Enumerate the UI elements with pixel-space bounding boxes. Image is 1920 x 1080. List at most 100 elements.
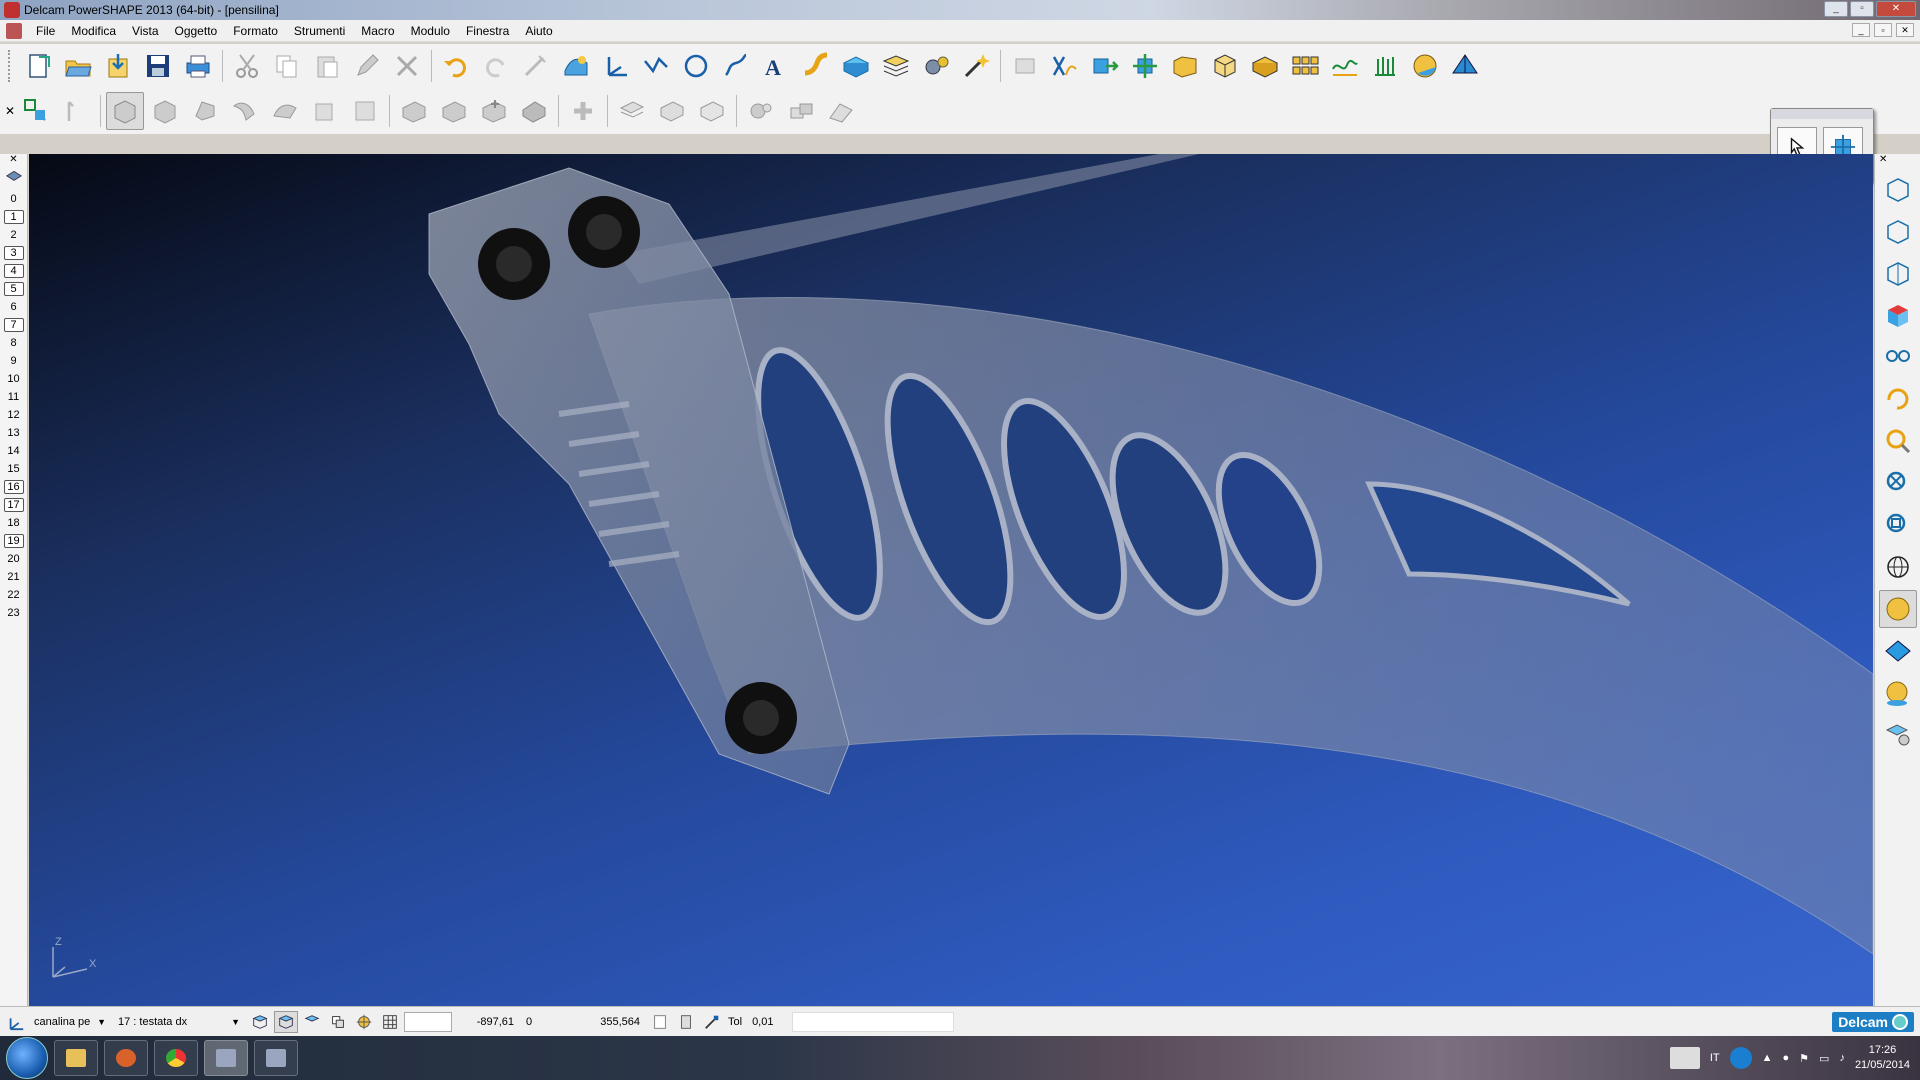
level-item[interactable]: 7 (0, 316, 27, 334)
selection-icon[interactable] (17, 92, 55, 130)
clock[interactable]: 17:26 21/05/2014 (1855, 1043, 1910, 1073)
solid-layer-icon[interactable] (564, 92, 602, 130)
level-item[interactable]: 15 (0, 460, 27, 478)
workplane-status-icon[interactable] (4, 1011, 28, 1033)
solid-icon[interactable] (1166, 47, 1204, 85)
tools-icon[interactable] (917, 47, 955, 85)
curve-icon[interactable] (717, 47, 755, 85)
flag-icon[interactable]: ⚑ (1799, 1052, 1809, 1065)
delete-icon[interactable] (388, 47, 426, 85)
line-icon[interactable] (637, 47, 675, 85)
layer-filter-icon[interactable] (326, 1011, 350, 1033)
view-iso2-icon[interactable] (1879, 212, 1917, 250)
menu-vista[interactable]: Vista (124, 24, 166, 38)
show-hidden-icons[interactable]: ▲ (1762, 1052, 1773, 1064)
solid-assembly-icon[interactable] (742, 92, 780, 130)
sphere-icon[interactable] (1406, 47, 1444, 85)
level-item[interactable]: 16 (0, 478, 27, 496)
selection-filter-icon[interactable] (274, 1010, 298, 1033)
level-item[interactable]: 3 (0, 244, 27, 262)
calculator-icon[interactable] (674, 1011, 698, 1033)
graphics-viewport[interactable]: Z X (29, 154, 1873, 1006)
doc-close-button[interactable]: ✕ (1896, 23, 1914, 37)
solid-feature-icon[interactable] (515, 92, 553, 130)
feature-icon[interactable] (1246, 47, 1284, 85)
level-item[interactable]: 9 (0, 352, 27, 370)
taskbar-chrome-button[interactable] (154, 1040, 198, 1076)
solid-boolean-add-icon[interactable] (346, 92, 384, 130)
print-icon[interactable] (179, 47, 217, 85)
close-button[interactable]: ✕ (1876, 1, 1916, 17)
workplane-select[interactable]: canalina pe ▼ (30, 1012, 110, 1032)
solid-fillet-icon[interactable] (475, 92, 513, 130)
menu-aiuto[interactable]: Aiuto (517, 24, 560, 38)
workplane-icon[interactable] (597, 47, 635, 85)
document-icon[interactable] (6, 22, 22, 39)
solid-extrude-icon[interactable] (146, 92, 184, 130)
level-select[interactable]: 17 : testata dx ▼ (114, 1012, 244, 1032)
paste-icon[interactable] (308, 47, 346, 85)
taskbar-explorer-button[interactable] (54, 1040, 98, 1076)
menu-finestra[interactable]: Finestra (458, 24, 517, 38)
level-item[interactable]: 19 (0, 532, 27, 550)
open-icon[interactable] (59, 47, 97, 85)
levels-icon[interactable] (0, 168, 27, 190)
palette-titlebar[interactable] (1771, 109, 1873, 119)
undo-icon[interactable] (437, 47, 475, 85)
level-item[interactable]: 20 (0, 550, 27, 568)
menu-modifica[interactable]: Modifica (63, 24, 124, 38)
snap-icon[interactable] (352, 1011, 376, 1033)
solid-box-icon[interactable] (106, 92, 144, 130)
taskbar-powershape2-button[interactable] (254, 1040, 298, 1076)
box-icon[interactable] (1206, 47, 1244, 85)
app-icon[interactable] (4, 2, 20, 18)
primitive-icon[interactable] (837, 47, 875, 85)
zoom-icon[interactable] (1879, 422, 1917, 460)
pen-icon[interactable] (1669, 1047, 1700, 1069)
cursor-input[interactable] (404, 1011, 452, 1032)
level-item[interactable]: 12 (0, 406, 27, 424)
level-item[interactable]: 6 (0, 298, 27, 316)
level-item[interactable]: 17 (0, 496, 27, 514)
composite-curve-icon[interactable] (797, 47, 835, 85)
mesh-icon[interactable] (1006, 47, 1044, 85)
solid-block-icon[interactable] (653, 92, 691, 130)
graph-icon[interactable] (1326, 47, 1364, 85)
shaded-icon[interactable] (1878, 590, 1917, 628)
select-solid-icon[interactable] (57, 92, 95, 130)
plane-view-icon[interactable] (1879, 632, 1917, 670)
close-toolbar-icon[interactable]: ✕ (5, 92, 15, 130)
solid-face-icon[interactable] (613, 92, 651, 130)
tolerance-icon[interactable] (700, 1011, 724, 1033)
redo-icon[interactable] (477, 47, 515, 85)
level-item[interactable]: 11 (0, 388, 27, 406)
network-icon[interactable]: ▭ (1819, 1052, 1829, 1065)
array-icon[interactable] (1286, 47, 1324, 85)
move-icon[interactable] (1086, 47, 1124, 85)
help-icon[interactable] (1729, 1047, 1752, 1069)
level-item[interactable]: 23 (0, 604, 27, 622)
plane-icon[interactable] (1446, 47, 1484, 85)
grid-icon[interactable] (378, 1011, 402, 1033)
close-levels-icon[interactable]: ✕ (0, 154, 27, 168)
solid-cut-icon[interactable] (306, 92, 344, 130)
menu-strumenti[interactable]: Strumenti (286, 24, 353, 38)
globe-icon[interactable] (1879, 548, 1917, 586)
level-item[interactable]: 8 (0, 334, 27, 352)
solid-sweep-icon[interactable] (226, 92, 264, 130)
level-item[interactable]: 1 (0, 208, 27, 226)
language-indicator[interactable]: IT (1710, 1052, 1720, 1064)
copy-icon[interactable] (268, 47, 306, 85)
solid-boolean-sub-icon[interactable] (395, 92, 433, 130)
level-item[interactable]: 2 (0, 226, 27, 244)
volume-icon[interactable]: ♪ (1839, 1052, 1845, 1064)
intersection-icon[interactable] (1046, 47, 1084, 85)
object-filter-icon[interactable] (300, 1011, 324, 1033)
solid-boolean-int-icon[interactable] (435, 92, 473, 130)
level-item[interactable]: 5 (0, 280, 27, 298)
solid-gear-icon[interactable] (693, 92, 731, 130)
measure-icon[interactable] (517, 47, 555, 85)
doc-minimize-button[interactable]: _ (1852, 23, 1870, 37)
toolbar-grip[interactable] (8, 50, 14, 82)
tolerance-field[interactable]: 0,01 (748, 1012, 788, 1032)
